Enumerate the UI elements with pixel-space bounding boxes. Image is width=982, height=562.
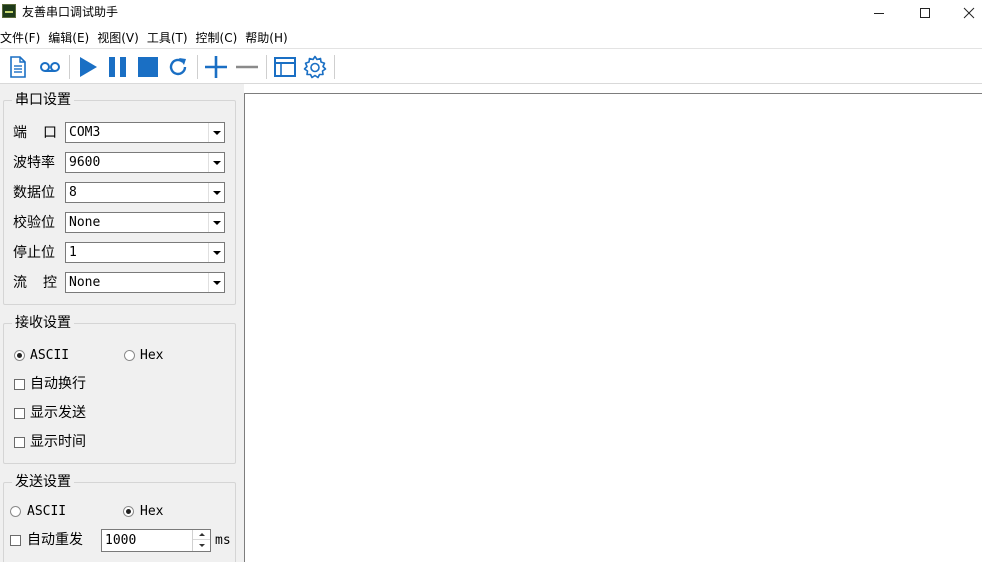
show-send-checkbox[interactable] — [14, 408, 25, 419]
data-bits-value: 8 — [69, 185, 77, 200]
port-label: 端口 — [13, 125, 73, 141]
minimize-icon — [874, 13, 884, 14]
parity-value: None — [69, 215, 101, 230]
receive-settings-group: 接收设置 ASCII Hex 自动换行 显示发送 显示时间 — [3, 315, 236, 464]
pause-button[interactable] — [105, 53, 131, 81]
receive-ascii-label: ASCII — [30, 348, 70, 363]
send-settings-group: 发送设置 ASCII Hex 自动重发 1000 ms — [3, 474, 236, 562]
auto-wrap-checkbox[interactable] — [14, 379, 25, 390]
menu-file[interactable]: 文件(F) — [0, 28, 46, 48]
send-ascii-label: ASCII — [27, 504, 67, 519]
toolbar-separator — [334, 55, 335, 79]
chevron-down-icon[interactable] — [208, 213, 224, 232]
stop-bits-value: 1 — [69, 245, 77, 260]
spin-up-icon[interactable] — [193, 530, 210, 540]
maximize-icon — [920, 8, 930, 18]
auto-resend-label: 自动重发 — [27, 532, 83, 548]
group-title: 接收设置 — [12, 315, 74, 331]
close-icon — [963, 7, 975, 19]
group-title: 串口设置 — [12, 92, 74, 108]
serial-settings-group: 串口设置 端口 COM3 波特率 9600 数据位 8 校验位 None 停止位… — [3, 92, 236, 305]
show-send-label: 显示发送 — [30, 405, 86, 421]
parity-select[interactable]: None — [65, 212, 225, 233]
menu-control[interactable]: 控制(C) — [196, 28, 244, 48]
toolbar — [0, 48, 982, 84]
flow-control-label: 流控 — [13, 275, 73, 291]
refresh-icon — [169, 58, 187, 76]
flow-control-select[interactable]: None — [65, 272, 225, 293]
receive-ascii-radio[interactable] — [14, 350, 25, 361]
stop-icon — [138, 57, 158, 77]
receive-hex-radio[interactable] — [124, 350, 135, 361]
remove-icon — [236, 65, 258, 69]
stop-bits-select[interactable]: 1 — [65, 242, 225, 263]
settings-button[interactable] — [302, 53, 328, 81]
receive-data-area[interactable] — [244, 93, 982, 562]
menu-tools[interactable]: 工具(T) — [147, 28, 194, 48]
chevron-down-icon[interactable] — [208, 243, 224, 262]
send-ascii-radio[interactable] — [10, 506, 21, 517]
toolbar-separator — [69, 55, 70, 79]
interval-unit-label: ms — [215, 533, 231, 548]
chevron-down-icon[interactable] — [208, 123, 224, 142]
refresh-button[interactable] — [165, 53, 191, 81]
pause-icon — [109, 57, 126, 77]
data-bits-label: 数据位 — [13, 185, 55, 201]
show-time-checkbox[interactable] — [14, 437, 25, 448]
menu-bar: 文件(F) 编辑(E) 视图(V) 工具(T) 控制(C) 帮助(H) — [0, 28, 982, 48]
window-button[interactable] — [272, 53, 298, 81]
window-icon — [274, 57, 296, 77]
baud-rate-select[interactable]: 9600 — [65, 152, 225, 173]
spin-buttons — [192, 530, 210, 551]
baud-rate-value: 9600 — [69, 155, 101, 170]
toolbar-separator — [197, 55, 198, 79]
new-document-button[interactable] — [5, 53, 31, 81]
new-document-icon — [10, 56, 26, 78]
flow-control-value: None — [69, 275, 101, 290]
add-icon — [205, 56, 227, 78]
show-time-label: 显示时间 — [30, 434, 86, 450]
record-button[interactable] — [37, 53, 63, 81]
maximize-button[interactable] — [902, 0, 948, 26]
add-button[interactable] — [203, 53, 229, 81]
window-title: 友善串口调试助手 — [22, 5, 119, 19]
chevron-down-icon[interactable] — [208, 273, 224, 292]
close-button[interactable] — [946, 0, 982, 26]
chevron-down-icon[interactable] — [208, 183, 224, 202]
stop-button[interactable] — [135, 53, 161, 81]
auto-resend-checkbox[interactable] — [10, 535, 21, 546]
title-bar: 友善串口调试助手 — [0, 0, 982, 26]
auto-wrap-label: 自动换行 — [30, 376, 86, 392]
resend-interval-spinbox[interactable]: 1000 — [101, 529, 211, 552]
group-title: 发送设置 — [12, 474, 74, 490]
send-hex-radio[interactable] — [123, 506, 134, 517]
send-hex-label: Hex — [140, 504, 164, 519]
toolbar-separator — [266, 55, 267, 79]
parity-label: 校验位 — [13, 215, 55, 231]
settings-icon — [303, 55, 327, 79]
stop-bits-label: 停止位 — [13, 245, 55, 261]
record-icon — [40, 62, 60, 72]
port-select[interactable]: COM3 — [65, 122, 225, 143]
start-button[interactable] — [75, 53, 101, 81]
app-icon — [2, 4, 16, 18]
baud-rate-label: 波特率 — [13, 155, 55, 171]
data-bits-select[interactable]: 8 — [65, 182, 225, 203]
remove-button[interactable] — [234, 53, 260, 81]
settings-panel: 串口设置 端口 COM3 波特率 9600 数据位 8 校验位 None 停止位… — [0, 84, 244, 562]
menu-help[interactable]: 帮助(H) — [245, 28, 293, 48]
receive-hex-label: Hex — [140, 348, 164, 363]
port-value: COM3 — [69, 125, 101, 140]
chevron-down-icon[interactable] — [208, 153, 224, 172]
start-icon — [80, 57, 97, 77]
spin-down-icon[interactable] — [193, 540, 210, 550]
menu-view[interactable]: 视图(V) — [97, 28, 145, 48]
minimize-button[interactable] — [856, 0, 902, 26]
resend-interval-value: 1000 — [105, 533, 137, 548]
menu-edit[interactable]: 编辑(E) — [48, 28, 95, 48]
